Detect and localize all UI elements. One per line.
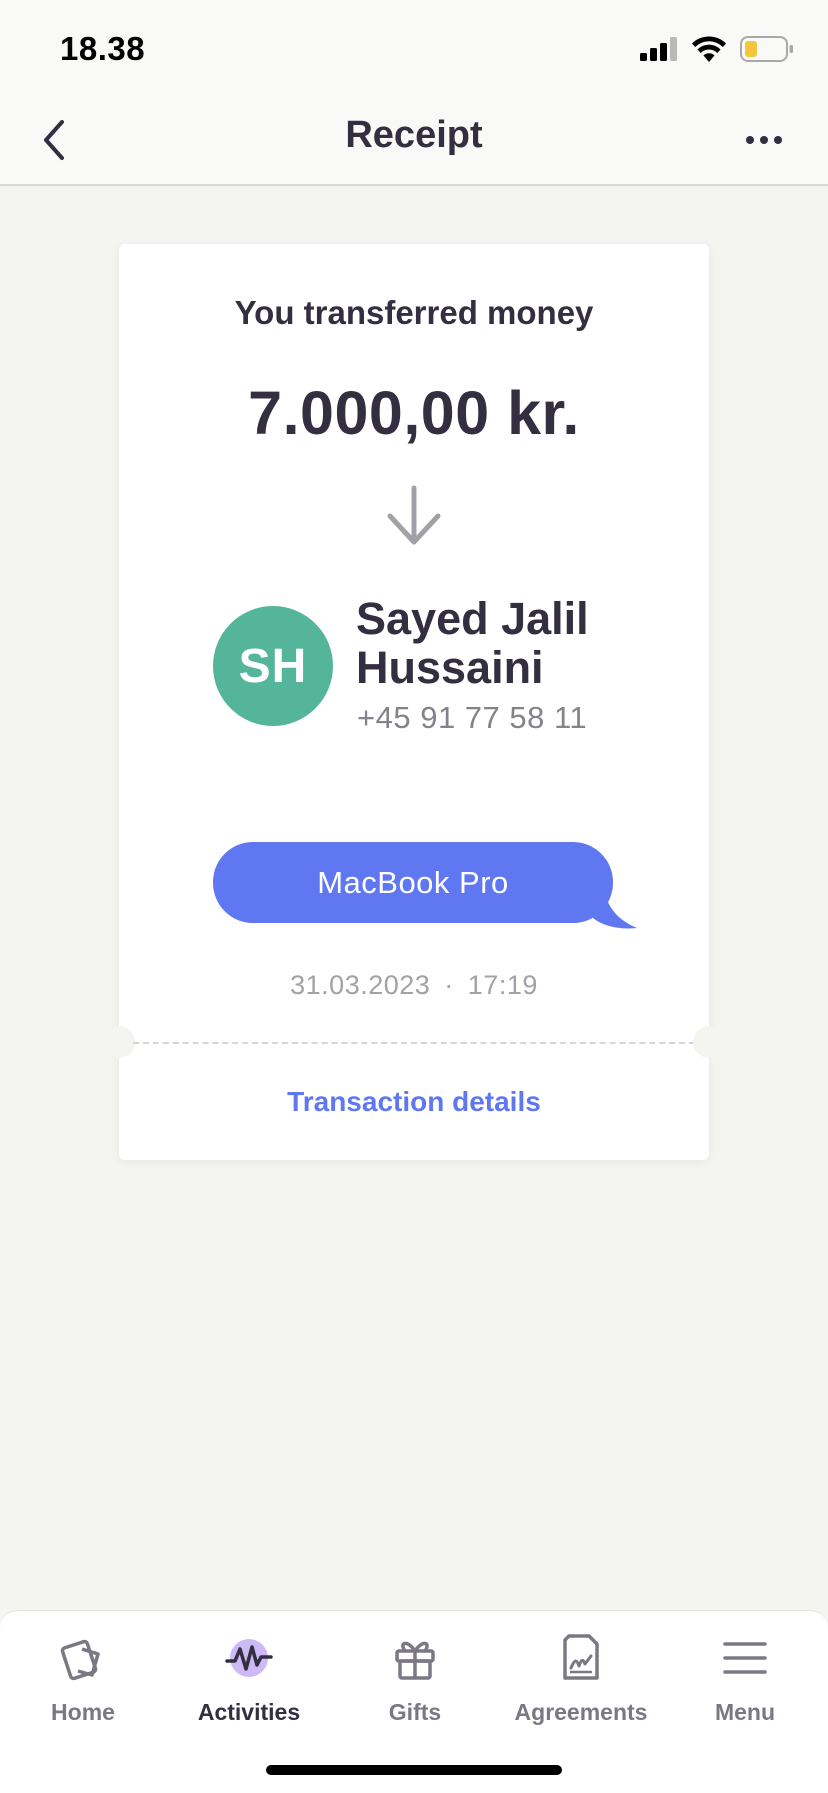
nav-bar: Receipt bbox=[0, 96, 828, 186]
tab-label-gifts: Gifts bbox=[388, 1699, 442, 1725]
bottom-tab-bar: Home Activities Gifts Agreements Menu bbox=[0, 1610, 828, 1793]
transfer-amount: 7.000,00 kr. bbox=[248, 379, 580, 447]
tab-agreements[interactable]: Agreements bbox=[498, 1629, 664, 1739]
status-bar: 18.38 bbox=[0, 0, 828, 96]
tab-label-home: Home bbox=[51, 1699, 115, 1725]
tab-activities[interactable]: Activities bbox=[166, 1629, 332, 1739]
wifi-icon bbox=[692, 36, 726, 62]
tab-gifts[interactable]: Gifts bbox=[332, 1629, 498, 1739]
battery-icon bbox=[740, 36, 793, 62]
activity-wave-icon bbox=[225, 1639, 273, 1677]
cards-icon bbox=[60, 1639, 100, 1681]
tab-label-activities: Activities bbox=[197, 1699, 301, 1725]
home-indicator[interactable] bbox=[266, 1765, 562, 1775]
tab-label-agreements: Agreements bbox=[514, 1699, 648, 1725]
page-title: Receipt bbox=[345, 114, 483, 156]
document-signature-icon bbox=[563, 1634, 599, 1680]
recipient-phone: +45 91 77 58 11 bbox=[357, 700, 588, 735]
arrow-down-icon bbox=[387, 485, 441, 545]
tab-home[interactable]: Home bbox=[0, 1629, 166, 1739]
separator-dot: · bbox=[444, 970, 454, 1000]
transaction-details-link[interactable]: Transaction details bbox=[119, 1086, 709, 1118]
recipient-name: Sayed Jalil Hussaini bbox=[356, 593, 589, 693]
gift-icon bbox=[395, 1641, 435, 1680]
receipt-card: You transferred money 7.000,00 kr. SH Sa… bbox=[103, 244, 725, 1160]
perforation-notch-left bbox=[103, 1026, 135, 1058]
more-options-button[interactable] bbox=[736, 116, 792, 164]
signal-icon bbox=[640, 37, 677, 61]
tab-label-menu: Menu bbox=[714, 1699, 776, 1725]
tab-menu[interactable]: Menu bbox=[662, 1629, 828, 1739]
transfer-date: 31.03.2023 bbox=[290, 970, 431, 1000]
receipt-heading: You transferred money bbox=[234, 294, 594, 331]
hamburger-menu-icon bbox=[723, 1642, 767, 1674]
avatar-initials: SH bbox=[238, 639, 308, 693]
status-time: 18.38 bbox=[60, 30, 146, 67]
more-horizontal-icon bbox=[746, 136, 782, 144]
avatar: SH bbox=[213, 606, 333, 726]
message-bubble: MacBook Pro bbox=[213, 842, 637, 930]
status-icons bbox=[640, 36, 794, 62]
transfer-time: 17:19 bbox=[467, 970, 538, 1000]
message-text: MacBook Pro bbox=[213, 842, 613, 923]
perforation-notch-right bbox=[693, 1026, 725, 1058]
perforation-divider bbox=[133, 1042, 695, 1044]
transfer-timestamp: 31.03.2023 · 17:19 bbox=[119, 970, 709, 1001]
